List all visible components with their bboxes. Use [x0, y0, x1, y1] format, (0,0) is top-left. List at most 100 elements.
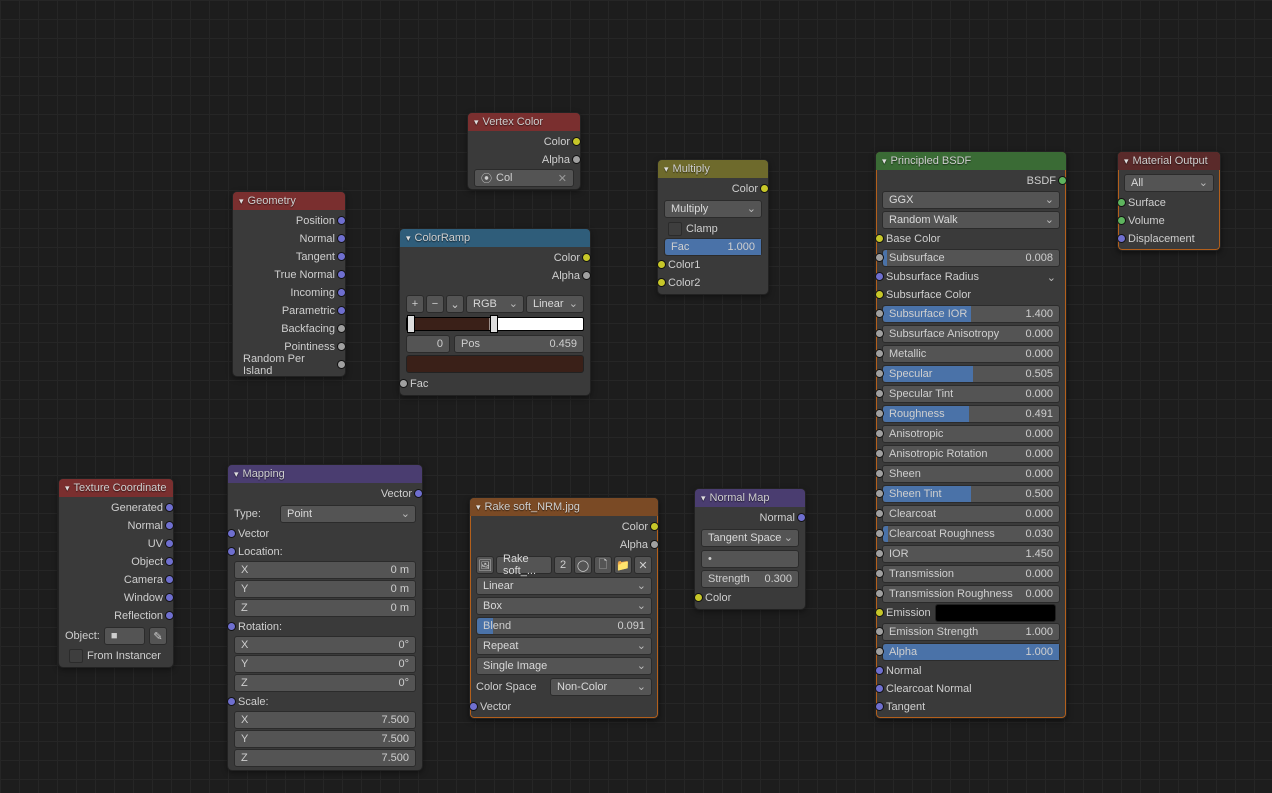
collapse-icon[interactable] [1124, 155, 1129, 167]
socket-out[interactable] [582, 271, 591, 280]
alpha-slider[interactable]: Alpha1.000 [882, 643, 1060, 661]
collapse-icon[interactable] [406, 232, 411, 244]
socket-out[interactable] [165, 593, 174, 602]
socket-in[interactable] [875, 647, 884, 656]
collapse-icon[interactable] [882, 155, 887, 167]
socket-out[interactable] [572, 155, 581, 164]
socket-in[interactable] [1117, 198, 1126, 207]
subsurface-method-select[interactable]: Random Walk [882, 211, 1060, 229]
subsurface-slider[interactable]: Subsurface0.008 [882, 249, 1060, 267]
node-header[interactable]: Mapping [228, 465, 422, 483]
ior-value[interactable]: IOR1.450 [882, 545, 1060, 563]
axis-Y[interactable]: Y0 m [234, 580, 416, 598]
object-picker[interactable]: ■ [104, 627, 145, 645]
socket-in[interactable] [875, 627, 884, 636]
socket-in[interactable] [875, 469, 884, 478]
image-name-field[interactable]: Rake soft_... [496, 556, 552, 574]
socket-out[interactable] [337, 234, 346, 243]
node-texture-coordinate[interactable]: Texture Coordinate Generated Normal UV O… [58, 478, 174, 668]
chevron-down-icon[interactable]: ⌄ [1047, 271, 1056, 284]
uvmap-field[interactable]: • [701, 550, 799, 568]
socket-in[interactable] [875, 608, 884, 617]
collapse-icon[interactable] [476, 501, 481, 513]
checkbox-icon[interactable] [668, 222, 682, 236]
specular-slider[interactable]: Specular0.505 [882, 365, 1060, 383]
socket-out[interactable] [165, 503, 174, 512]
socket-in[interactable] [227, 529, 236, 538]
socket-in[interactable] [875, 702, 884, 711]
new-image-icon[interactable]: 🗋 [594, 556, 612, 574]
axis-X[interactable]: X7.500 [234, 711, 416, 729]
users-button[interactable]: 2 [554, 556, 572, 574]
socket-out[interactable] [337, 270, 346, 279]
socket-in[interactable] [875, 569, 884, 578]
node-header[interactable]: Multiply [658, 160, 768, 178]
stop-index[interactable]: 0 [406, 335, 450, 353]
mapping-type-select[interactable]: Point [280, 505, 416, 523]
fac-slider[interactable]: Fac1.000 [664, 238, 762, 256]
extension-select[interactable]: Repeat [476, 637, 652, 655]
socket-in[interactable] [875, 589, 884, 598]
strength-value[interactable]: Strength0.300 [701, 570, 799, 588]
socket-out[interactable] [337, 324, 346, 333]
interpolation-select[interactable]: Linear [476, 577, 652, 595]
node-header[interactable]: Principled BSDF [876, 152, 1066, 170]
node-header[interactable]: Texture Coordinate [59, 479, 173, 497]
open-image-icon[interactable]: 📁 [614, 556, 632, 574]
node-mixrgb-multiply[interactable]: Multiply Color Multiply Clamp Fac1.000 C… [657, 159, 769, 295]
socket-in[interactable] [399, 379, 408, 388]
color-stop[interactable] [490, 315, 498, 333]
eyedropper-icon[interactable]: ✎ [149, 627, 167, 645]
socket-out[interactable] [165, 521, 174, 530]
node-header[interactable]: Material Output [1118, 152, 1220, 170]
socket-in[interactable] [657, 260, 666, 269]
node-header[interactable]: Rake soft_NRM.jpg [470, 498, 658, 516]
collapse-icon[interactable] [234, 468, 239, 480]
node-color-ramp[interactable]: ColorRamp Color Alpha + − ⌄ RGB Linear 0… [399, 228, 591, 396]
socket-in[interactable] [227, 697, 236, 706]
specular-tint-slider[interactable]: Specular Tint0.000 [882, 385, 1060, 403]
socket-in[interactable] [227, 547, 236, 556]
color-stop[interactable] [407, 315, 415, 333]
subsurface-ior-slider[interactable]: Subsurface IOR1.400 [882, 305, 1060, 323]
socket-out[interactable] [414, 489, 423, 498]
colorspace-select[interactable]: Non-Color [550, 678, 652, 696]
collapse-icon[interactable] [701, 492, 706, 504]
blend-slider[interactable]: Blend0.091 [476, 617, 652, 635]
socket-in[interactable] [875, 329, 884, 338]
socket-in[interactable] [875, 489, 884, 498]
node-mapping[interactable]: Mapping Vector Type: Point Vector Locati… [227, 464, 423, 771]
socket-in[interactable] [875, 666, 884, 675]
color-swatch[interactable] [935, 604, 1056, 622]
interp-mode-select[interactable]: RGB [466, 295, 524, 313]
socket-in[interactable] [875, 253, 884, 262]
collapse-icon[interactable] [65, 482, 70, 494]
from-instancer-checkbox[interactable]: From Instancer [63, 647, 169, 665]
socket-in[interactable] [875, 234, 884, 243]
socket-out[interactable] [337, 252, 346, 261]
anisotropic-rotation-slider[interactable]: Anisotropic Rotation0.000 [882, 445, 1060, 463]
socket-in[interactable] [875, 684, 884, 693]
node-header[interactable]: ColorRamp [400, 229, 590, 247]
socket-in[interactable] [875, 309, 884, 318]
menu-icon[interactable]: ⌄ [446, 295, 464, 313]
socket-in[interactable] [227, 622, 236, 631]
transmission-roughness-slider[interactable]: Transmission Roughness0.000 [882, 585, 1060, 603]
socket-in[interactable] [469, 702, 478, 711]
collapse-icon[interactable] [239, 195, 244, 207]
emission-strength-value[interactable]: Emission Strength1.000 [882, 623, 1060, 641]
node-header[interactable]: Geometry [233, 192, 345, 210]
socket-out[interactable] [165, 539, 174, 548]
socket-out[interactable] [165, 611, 174, 620]
socket-in[interactable] [875, 429, 884, 438]
socket-out[interactable] [337, 216, 346, 225]
distribution-select[interactable]: GGX [882, 191, 1060, 209]
clearcoat-roughness-slider[interactable]: Clearcoat Roughness0.030 [882, 525, 1060, 543]
axis-X[interactable]: X0° [234, 636, 416, 654]
collapse-icon[interactable] [474, 116, 479, 128]
fake-user-icon[interactable]: ◯ [574, 556, 592, 574]
stop-color-swatch[interactable] [406, 355, 584, 373]
node-header[interactable]: Vertex Color [468, 113, 580, 131]
socket-in[interactable] [875, 409, 884, 418]
axis-Z[interactable]: Z0 m [234, 599, 416, 617]
